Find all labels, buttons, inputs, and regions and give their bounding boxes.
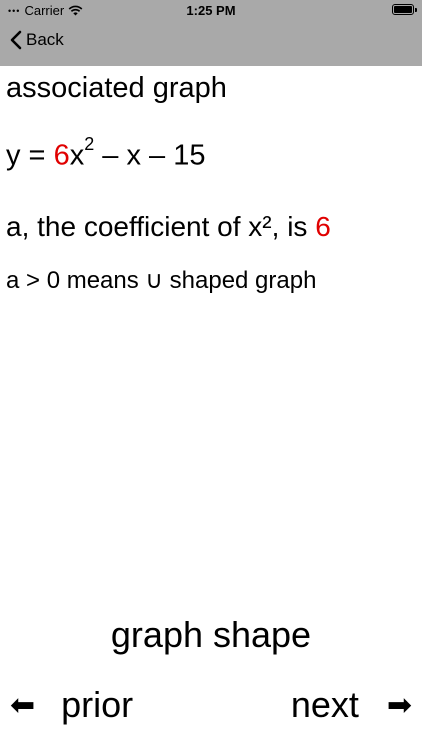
equation-prefix: y = (6, 139, 54, 172)
status-bar: ••• Carrier 1:25 PM (0, 0, 422, 22)
prior-label: prior (61, 684, 134, 725)
next-button[interactable]: next ➡ (291, 684, 412, 726)
coefficient-statement: a, the coefficient of x², is 6 (6, 211, 331, 243)
coefficient-prefix: a, the coefficient of x², is (6, 211, 316, 242)
coefficient-value: 6 (315, 211, 331, 242)
page-title: associated graph (6, 72, 227, 104)
shape-statement: a > 0 means ∪ shaped graph (6, 267, 317, 294)
prior-button[interactable]: ⬅ prior (10, 684, 133, 726)
left-arrow-icon: ⬅ (10, 688, 36, 722)
battery-icon (392, 4, 417, 15)
navigation-bar: ••• Carrier 1:25 PM Back (0, 0, 422, 66)
equation-coefficient: 6 (53, 139, 70, 172)
back-label: Back (26, 30, 64, 49)
equation-exponent: 2 (84, 134, 95, 154)
right-arrow-icon: ➡ (386, 688, 412, 722)
equation-rest: – x – 15 (94, 139, 206, 172)
chevron-left-icon (10, 30, 22, 50)
clock: 1:25 PM (186, 3, 236, 18)
equation-x-term: x (69, 139, 85, 172)
quadratic-equation: y = 6x2 – x – 15 (6, 134, 206, 173)
section-title: graph shape (110, 614, 312, 655)
next-label: next (290, 684, 359, 725)
back-button[interactable]: Back (10, 30, 64, 50)
